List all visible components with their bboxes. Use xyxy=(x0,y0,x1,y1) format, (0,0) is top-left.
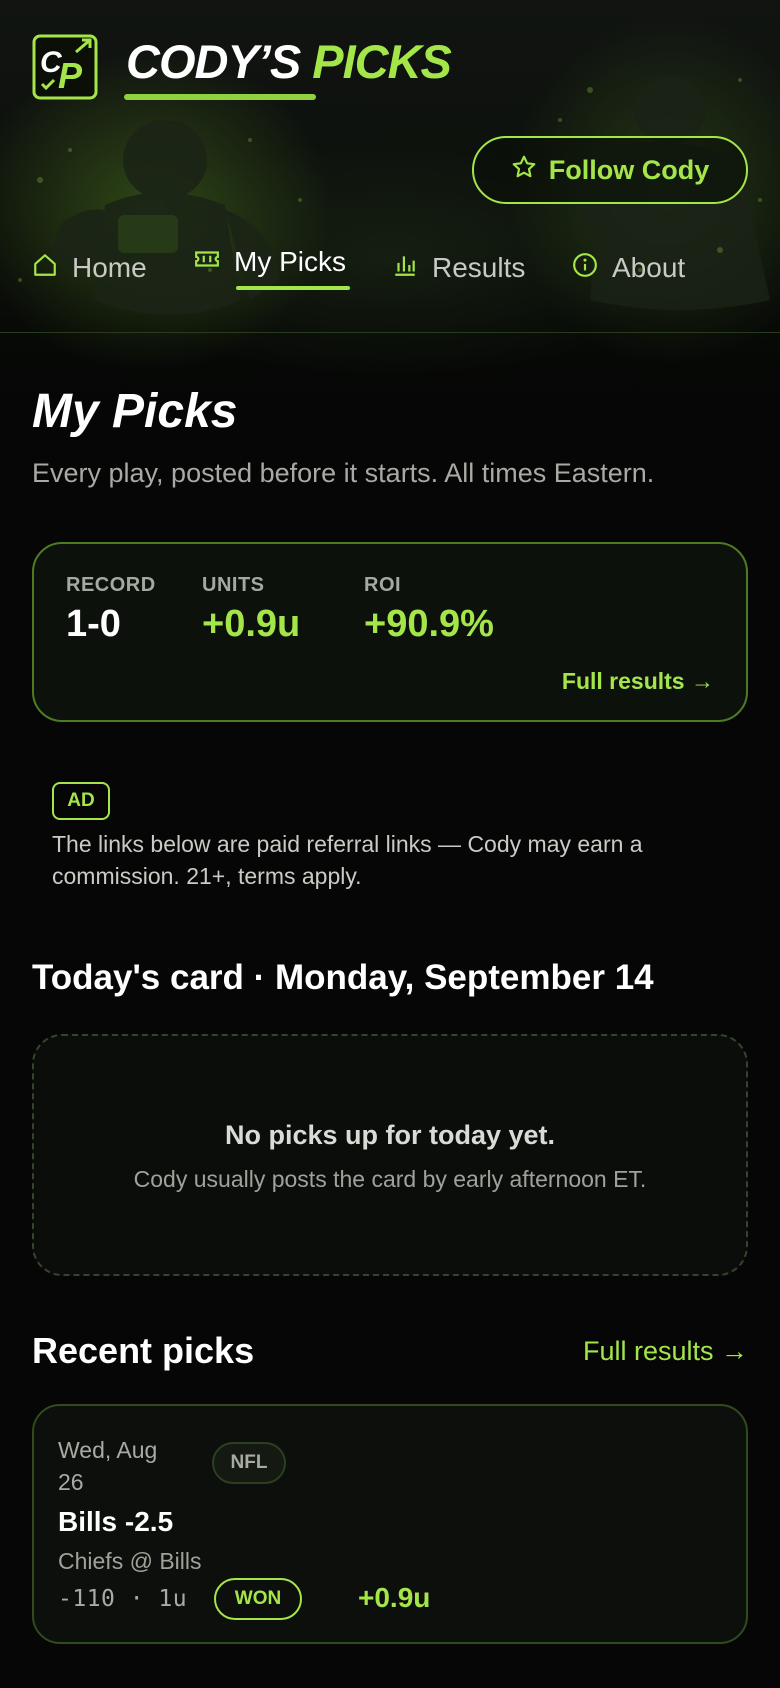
pick-card[interactable]: Wed, Aug 26 NFL Bills -2.5 Chiefs @ Bill… xyxy=(32,1404,748,1644)
stats-card: RECORD 1-0 UNITS +0.9u ROI +90.9% Full r… xyxy=(32,542,748,722)
main-nav: Home My Picks Results About xyxy=(0,246,780,288)
stat-units: UNITS +0.9u xyxy=(202,574,300,646)
pick-matchup: Chiefs @ Bills xyxy=(58,1548,202,1574)
full-results-link[interactable]: Full results → xyxy=(562,668,714,695)
nav-item-home[interactable]: Home xyxy=(32,248,147,288)
stat-label: RECORD xyxy=(66,574,156,596)
page-title: My Picks xyxy=(32,385,238,438)
pick-selection: Bills -2.5 xyxy=(58,1506,174,1537)
stat-value: +0.9u xyxy=(202,603,301,645)
stat-label: ROI xyxy=(364,574,402,596)
follow-button-label: Follow Cody xyxy=(548,154,710,185)
empty-state-card: No picks up for today yet. Cody usually … xyxy=(32,1034,748,1276)
nav-divider xyxy=(0,332,780,333)
nav-item-label: My Picks xyxy=(234,246,346,277)
ad-badge: AD xyxy=(52,782,110,820)
stat-value: +90.9% xyxy=(364,603,494,645)
svg-text:P: P xyxy=(58,55,83,96)
brand-name-white: CODY’S xyxy=(126,35,301,88)
empty-state-subtitle: Cody usually posts the card by early aft… xyxy=(133,1166,647,1192)
brand-title[interactable]: CODY’S PICKS xyxy=(126,34,452,89)
nav-item-label: Home xyxy=(72,252,147,283)
bar-chart-icon xyxy=(392,252,418,285)
brand-name-green: PICKS xyxy=(312,35,452,88)
follow-button[interactable]: Follow Cody xyxy=(472,136,748,204)
stat-label: UNITS xyxy=(202,574,265,596)
home-icon xyxy=(32,252,58,285)
nav-item-my-picks[interactable]: My Picks xyxy=(194,242,346,282)
nav-item-label: Results xyxy=(432,252,526,283)
nav-item-results[interactable]: Results xyxy=(392,248,525,288)
stat-roi: ROI +90.9% xyxy=(364,574,494,646)
pick-date: Wed, Aug 26 xyxy=(58,1437,158,1495)
pick-result-units: +0.9u xyxy=(358,1582,431,1613)
recent-picks-heading: Recent picks xyxy=(32,1330,255,1371)
nav-item-about[interactable]: About xyxy=(572,248,685,288)
ticket-icon xyxy=(194,246,220,279)
nav-active-indicator xyxy=(236,286,350,290)
stat-record: RECORD 1-0 xyxy=(66,574,156,646)
info-icon xyxy=(572,252,598,285)
empty-state-title: No picks up for today yet. xyxy=(224,1120,556,1150)
league-badge: NFL xyxy=(212,1442,286,1484)
status-badge: WON xyxy=(214,1578,302,1620)
nav-item-label: About xyxy=(612,252,686,283)
star-icon xyxy=(511,154,537,187)
page-subtitle: Every play, posted before it starts. All… xyxy=(32,458,655,488)
logo[interactable]: C P xyxy=(32,34,100,102)
recent-full-results-link[interactable]: Full results → xyxy=(583,1336,748,1367)
pick-odds-stake: -110 · 1u xyxy=(58,1586,188,1612)
stat-value: 1-0 xyxy=(66,603,121,645)
brand-underline xyxy=(124,94,316,100)
todays-card-heading: Today's card · Monday, September 14 xyxy=(32,958,654,997)
ad-disclosure-text: The links below are paid referral links … xyxy=(52,831,643,889)
